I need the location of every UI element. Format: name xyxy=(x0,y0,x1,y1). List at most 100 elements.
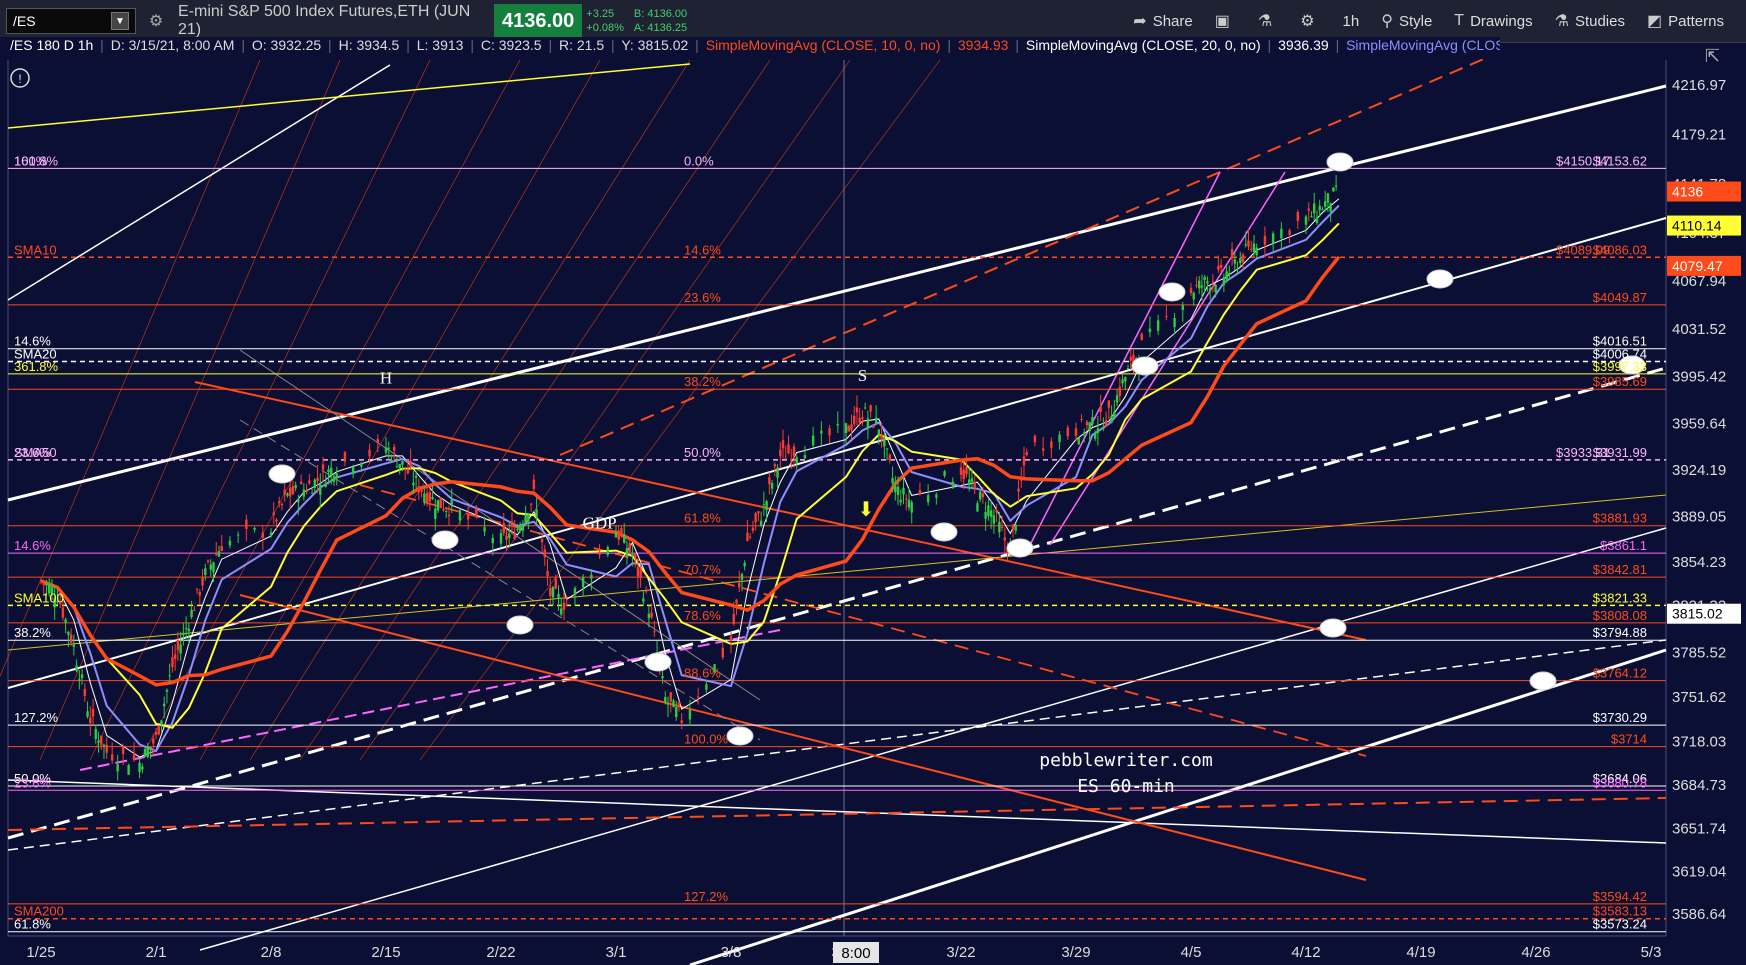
price-candle xyxy=(551,586,555,598)
price-candle xyxy=(212,562,215,573)
price-candle xyxy=(157,726,160,735)
price-candle xyxy=(1296,211,1299,221)
price-candle xyxy=(521,523,525,531)
price-candle xyxy=(883,438,886,447)
price-candle xyxy=(1126,368,1130,370)
study-bar: /ES 180 D 1h | D: 3/15/21, 8:00 AM | O: … xyxy=(0,37,1500,59)
settings-button[interactable]: ⚙ xyxy=(1300,11,1320,31)
x-axis-tick-label: 4/5 xyxy=(1181,944,1202,961)
flask-button[interactable]: ⚗ xyxy=(1258,11,1278,31)
symbol-input[interactable]: /ES ▼ xyxy=(6,8,136,34)
instrument-name: E-mini S&P 500 Index Futures,ETH (JUN 21… xyxy=(178,3,471,38)
ohlc-y: Y: 3815.02 xyxy=(621,37,689,53)
price-candle xyxy=(625,548,629,557)
price-candle xyxy=(209,564,212,570)
price-candle xyxy=(395,466,399,468)
price-candle xyxy=(1104,420,1108,426)
pivot-marker xyxy=(1529,671,1557,691)
price-candle xyxy=(781,440,785,449)
price-candle xyxy=(902,487,905,495)
price-candle xyxy=(288,487,292,497)
price-candle xyxy=(792,446,796,457)
price-candle xyxy=(163,703,166,707)
style-button[interactable]: ⚲ Style xyxy=(1381,11,1432,31)
price-candle xyxy=(425,493,429,504)
price-candle xyxy=(650,612,653,618)
price-candle xyxy=(42,583,45,585)
price-candle xyxy=(83,688,87,696)
monitor-button[interactable]: ▣ xyxy=(1215,11,1236,31)
style-icon: ⚲ xyxy=(1381,13,1393,30)
price-candle xyxy=(330,467,333,476)
price-candle xyxy=(401,460,404,465)
price-candle xyxy=(228,540,232,546)
price-candle xyxy=(204,568,207,575)
price-candle xyxy=(885,448,889,450)
price-candle xyxy=(423,493,426,503)
pivot-marker xyxy=(431,530,459,550)
price-chart[interactable]: ⬇ 161.8%100% 0.0% $4153.62$4150.17SMA10 14.… xyxy=(0,0,1746,965)
price-candle xyxy=(773,464,777,467)
crosshair-x-label: 8:00 xyxy=(841,945,870,962)
price-candle xyxy=(1263,235,1267,245)
price-candle xyxy=(795,457,798,464)
sma20-study[interactable]: SimpleMovingAvg (CLOSE, 20, 0, no) xyxy=(1026,37,1261,53)
price-candle xyxy=(1050,441,1053,449)
price-candle xyxy=(236,534,240,536)
price-candle xyxy=(1129,356,1132,361)
price-candle xyxy=(132,752,136,760)
share-button[interactable]: ➦ Share xyxy=(1133,11,1192,31)
price-candle xyxy=(527,514,530,522)
price-candle xyxy=(748,536,752,538)
price-candle xyxy=(100,735,103,746)
price-candle xyxy=(1288,230,1291,235)
price-candle xyxy=(414,475,418,478)
price-candle xyxy=(1107,400,1111,408)
price-candle xyxy=(721,647,724,658)
price-candle xyxy=(1195,284,1198,286)
price-candle xyxy=(206,560,210,562)
price-candle xyxy=(154,731,158,735)
pivot-marker xyxy=(930,522,958,542)
price-candle xyxy=(1203,277,1206,280)
collapse-icon[interactable]: ⇱ xyxy=(1705,46,1720,67)
sma10-study[interactable]: SimpleMovingAvg (CLOSE, 10, 0, no) xyxy=(706,37,941,53)
patterns-button[interactable]: ◩ Patterns xyxy=(1647,11,1724,31)
price-candle xyxy=(787,444,790,454)
y-axis-tick-label: 4031.52 xyxy=(1672,321,1726,338)
ohlc-range: R: 21.5 xyxy=(559,37,605,53)
level-price-label: $3764.12 xyxy=(1593,666,1647,681)
ohlc-close: C: 3923.5 xyxy=(480,37,542,53)
price-candle xyxy=(305,491,308,493)
x-axis-tick-label: 4/26 xyxy=(1521,944,1550,961)
price-candle xyxy=(1271,233,1275,244)
price-candle xyxy=(1225,271,1228,280)
pivot-marker xyxy=(1131,356,1159,376)
price-candle xyxy=(907,499,911,508)
y-axis-tick-label: 3959.64 xyxy=(1672,416,1726,433)
price-candle xyxy=(116,764,119,772)
price-candle xyxy=(195,588,199,590)
price-candle xyxy=(1255,247,1258,256)
sma50-study[interactable]: SimpleMovingAvg (CLOSE, 50,... xyxy=(1346,37,1500,53)
chevron-down-icon[interactable]: ▼ xyxy=(111,12,129,30)
timeframe-button[interactable]: 1h xyxy=(1343,13,1360,30)
gear-icon[interactable]: ⚙ xyxy=(146,11,166,31)
studies-button[interactable]: ⚗ Studies xyxy=(1555,11,1625,31)
price-candle xyxy=(664,696,667,703)
price-candle xyxy=(549,588,552,596)
style-label: Style xyxy=(1398,12,1433,30)
level-price-label: $3730.29 xyxy=(1593,710,1647,725)
price-candle xyxy=(1091,417,1094,425)
price-candle xyxy=(1228,272,1231,276)
price-candle xyxy=(633,553,637,558)
price-candle xyxy=(1022,456,1026,466)
drawings-button[interactable]: T Drawings xyxy=(1454,12,1532,30)
sma20-value: 3936.39 xyxy=(1278,37,1329,53)
price-candle xyxy=(390,460,393,462)
x-axis-tick-label: 3/22 xyxy=(946,944,975,961)
price-candle xyxy=(97,740,100,743)
price-candle xyxy=(1113,411,1116,418)
price-candle xyxy=(335,473,338,479)
price-candle xyxy=(573,587,577,596)
